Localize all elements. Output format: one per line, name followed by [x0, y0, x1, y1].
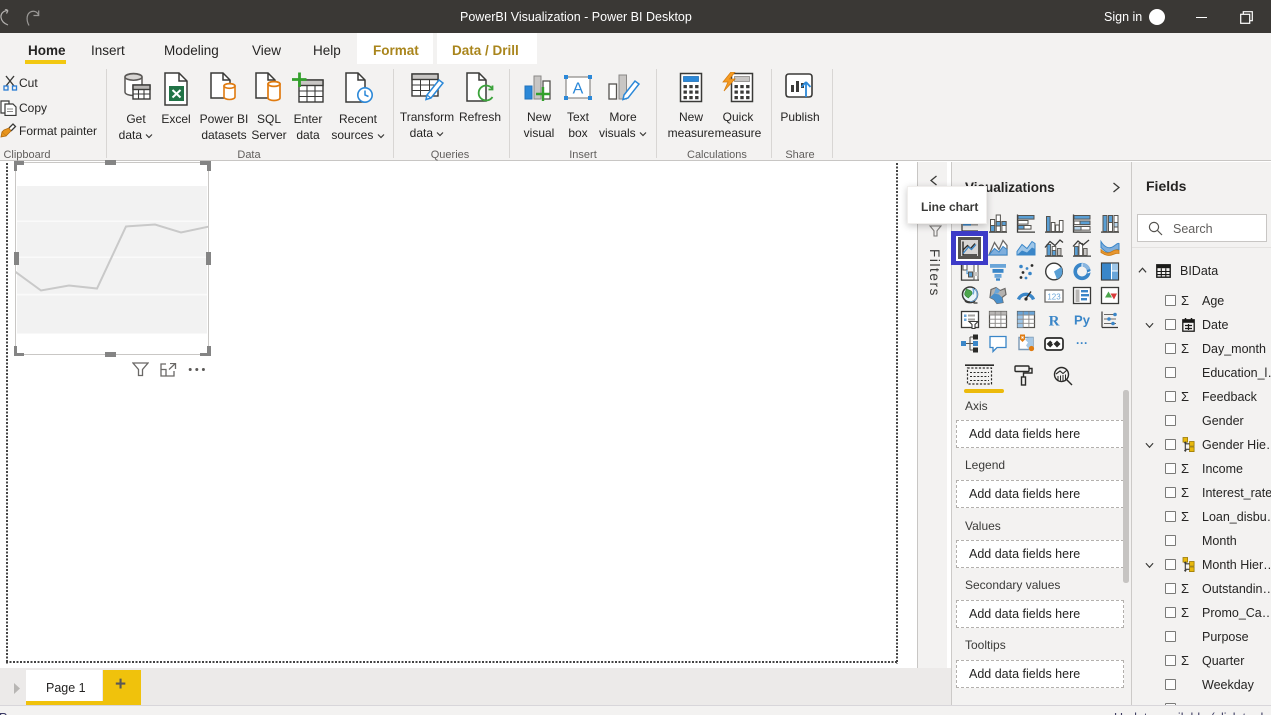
svg-text:A: A: [573, 81, 584, 98]
svg-text:···: ···: [1076, 336, 1088, 350]
svg-text:Py: Py: [1074, 312, 1091, 327]
svg-text:R: R: [1049, 313, 1060, 329]
svg-text:123: 123: [1047, 292, 1061, 301]
